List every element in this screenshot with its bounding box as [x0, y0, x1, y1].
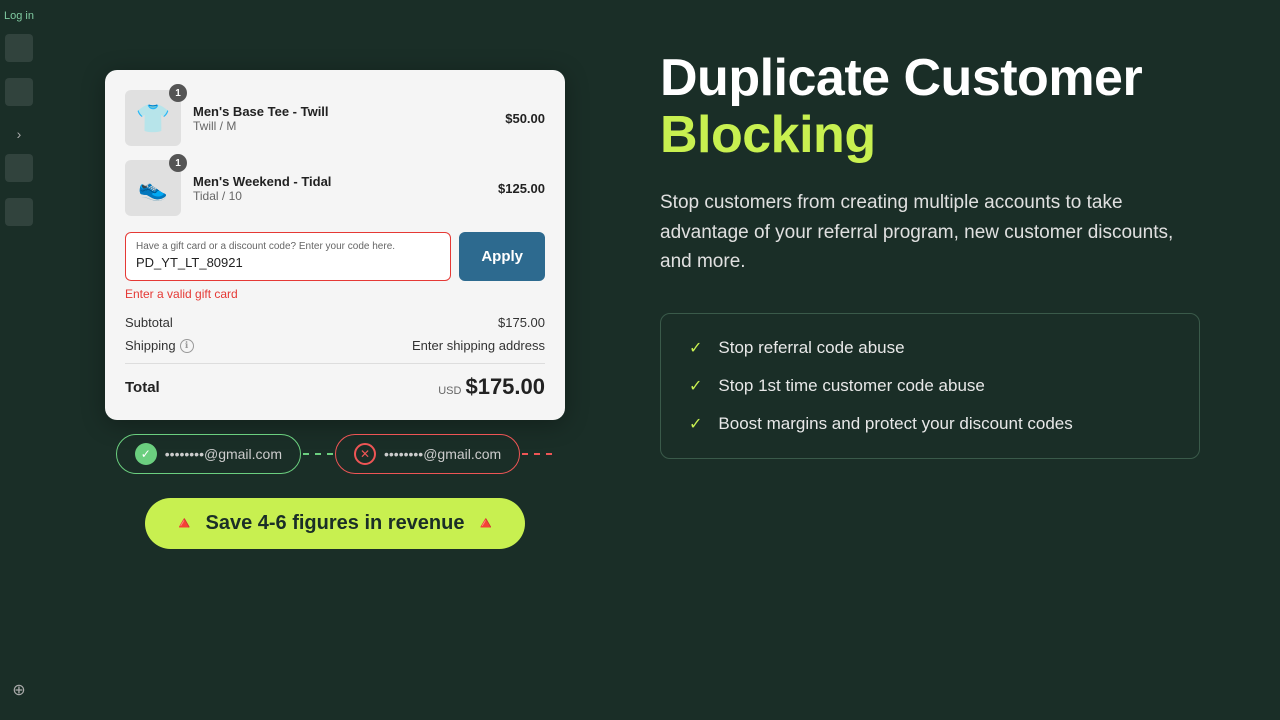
product-price-1: $50.00	[505, 111, 545, 126]
email-text-1: ••••••••@gmail.com	[165, 446, 282, 462]
info-icon[interactable]: ℹ	[180, 339, 194, 353]
email-text-2: ••••••••@gmail.com	[384, 446, 501, 462]
features-box: ✓ Stop referral code abuse ✓ Stop 1st ti…	[660, 313, 1200, 459]
dashed-connector	[303, 453, 333, 455]
product-variant-2: Tidal / 10	[193, 189, 486, 203]
total-value: USD $175.00	[438, 374, 545, 400]
subtotal-value: $175.00	[498, 315, 545, 330]
cta-icon-right: 🔺	[475, 513, 497, 534]
cta-icon-left: 🔺	[173, 513, 195, 534]
apply-button[interactable]: Apply	[459, 232, 545, 281]
product-name-1: Men's Base Tee - Twill	[193, 104, 493, 119]
feature-item-1: ✓ Stop referral code abuse	[689, 338, 1171, 358]
product-variant-1: Twill / M	[193, 119, 493, 133]
product-badge-2: 1	[169, 154, 187, 172]
shipping-label: Shipping ℹ	[125, 338, 194, 353]
total-label: Total	[125, 379, 160, 396]
email-pill-valid: ✓ ••••••••@gmail.com	[116, 434, 301, 474]
feature-text-2: Stop 1st time customer code abuse	[718, 376, 984, 396]
subtotal-label: Subtotal	[125, 315, 173, 330]
search-icon[interactable]: ⊕	[12, 680, 25, 700]
sidebar: Log in › ⊕	[0, 0, 38, 720]
shipping-value: Enter shipping address	[412, 338, 545, 353]
product-name-2: Men's Weekend - Tidal	[193, 174, 486, 189]
product-price-2: $125.00	[498, 181, 545, 196]
subtotal-line: Subtotal $175.00	[125, 315, 545, 330]
headline-line2: Blocking	[660, 107, 1230, 164]
email-pill-invalid: ✕ ••••••••@gmail.com	[335, 434, 520, 474]
sidebar-btn-2	[5, 78, 33, 106]
discount-error: Enter a valid gift card	[125, 287, 545, 301]
check-icon-1: ✓	[689, 338, 702, 358]
description-text: Stop customers from creating multiple ac…	[660, 188, 1200, 276]
feature-item-3: ✓ Boost margins and protect your discoun…	[689, 414, 1171, 434]
total-currency: USD	[438, 385, 461, 397]
total-amount: $175.00	[465, 374, 545, 400]
dashed-connector-red	[522, 453, 552, 455]
x-icon-invalid: ✕	[354, 443, 376, 465]
product-info-2: Men's Weekend - Tidal Tidal / 10	[193, 174, 486, 203]
sidebar-btn-4	[5, 198, 33, 226]
discount-placeholder: Have a gift card or a discount code? Ent…	[136, 241, 440, 252]
product-item-1: 👕 1 Men's Base Tee - Twill Twill / M $50…	[125, 90, 545, 146]
shipping-line: Shipping ℹ Enter shipping address	[125, 338, 545, 353]
discount-area: Have a gift card or a discount code? Ent…	[125, 232, 545, 281]
product-info-1: Men's Base Tee - Twill Twill / M	[193, 104, 493, 133]
product-item-2: 👟 1 Men's Weekend - Tidal Tidal / 10 $12…	[125, 160, 545, 216]
chevron-down-icon: ›	[17, 126, 22, 142]
product-image-wrap-2: 👟 1	[125, 160, 181, 216]
check-icon-2: ✓	[689, 376, 702, 396]
email-flow: ✓ ••••••••@gmail.com ✕ ••••••••@gmail.co…	[116, 434, 554, 474]
divider	[125, 363, 545, 364]
product-badge-1: 1	[169, 84, 187, 102]
sidebar-btn-1	[5, 34, 33, 62]
product-image-wrap-1: 👕 1	[125, 90, 181, 146]
discount-value: PD_YT_LT_80921	[136, 255, 243, 270]
discount-input-wrap[interactable]: Have a gift card or a discount code? Ent…	[125, 232, 451, 281]
headline-line1: Duplicate Customer	[660, 50, 1230, 107]
check-icon-valid: ✓	[135, 443, 157, 465]
cta-label: Save 4-6 figures in revenue	[205, 512, 464, 535]
cta-button[interactable]: 🔺 Save 4-6 figures in revenue 🔺	[145, 498, 525, 549]
login-link[interactable]: Log in	[4, 10, 34, 22]
right-panel: Duplicate Customer Blocking Stop custome…	[620, 0, 1280, 720]
left-panel: Log in › ⊕ 👕 1 Men's Base Tee - Twill Tw…	[0, 0, 620, 720]
feature-item-2: ✓ Stop 1st time customer code abuse	[689, 376, 1171, 396]
feature-text-3: Boost margins and protect your discount …	[718, 414, 1072, 434]
sidebar-btn-3	[5, 154, 33, 182]
total-line: Total USD $175.00	[125, 374, 545, 400]
feature-text-1: Stop referral code abuse	[718, 338, 904, 358]
check-icon-3: ✓	[689, 414, 702, 434]
checkout-card: 👕 1 Men's Base Tee - Twill Twill / M $50…	[105, 70, 565, 420]
